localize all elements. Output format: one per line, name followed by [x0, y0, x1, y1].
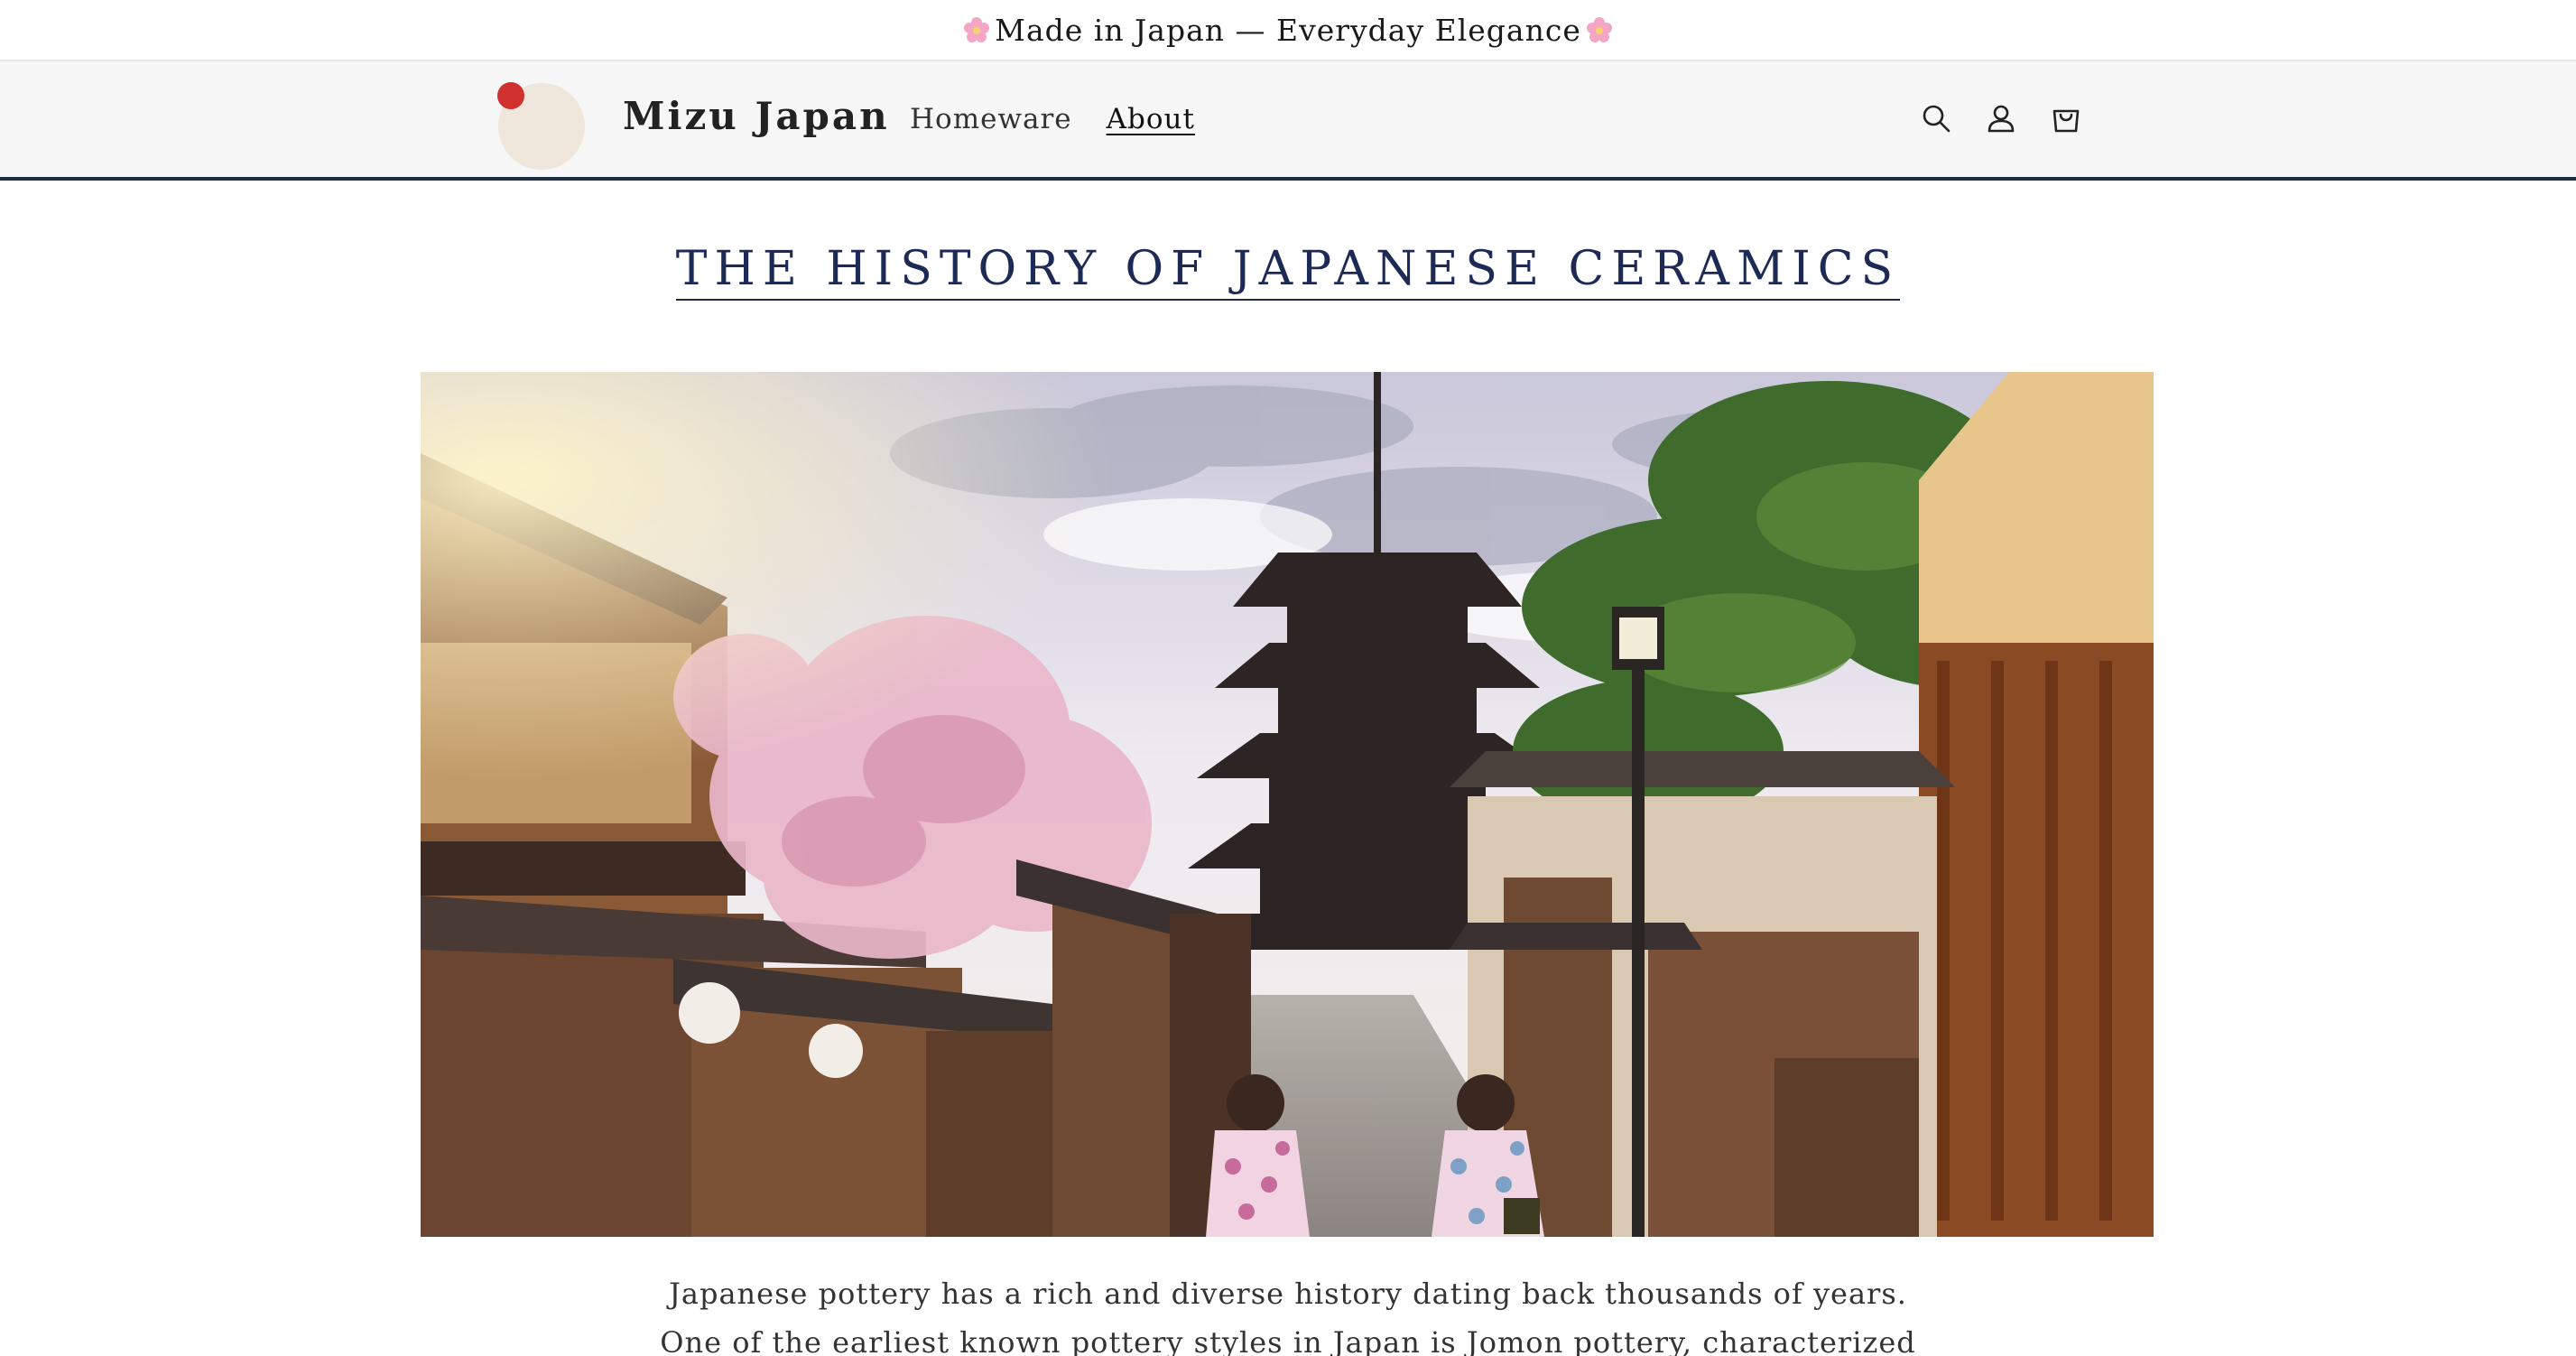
hero-image: [421, 372, 2154, 1237]
search-icon[interactable]: [1919, 101, 1953, 135]
brand-name[interactable]: Mizu Japan: [623, 94, 890, 138]
site-header: Mizu Japan Homeware About: [0, 61, 2576, 181]
article-body: Japanese pottery has a rich and diverse …: [0, 1269, 2576, 1356]
paragraph-line: One of the earliest known pottery styles…: [660, 1325, 1916, 1356]
cherry-blossom-icon: [962, 15, 991, 44]
title-section: THE HISTORY OF JAPANESE CERAMICS: [0, 243, 2576, 302]
account-icon[interactable]: [1984, 101, 2018, 135]
cart-icon[interactable]: [2049, 101, 2083, 135]
logo-icon[interactable]: [493, 78, 587, 172]
cherry-blossom-icon: [1585, 15, 1614, 44]
announcement-text: Made in Japan — Everyday Elegance: [995, 12, 1581, 48]
nav-item-about[interactable]: About: [1107, 103, 1195, 135]
main-nav: Homeware About: [910, 103, 1195, 135]
paragraph-line: Japanese pottery has a rich and diverse …: [669, 1277, 1907, 1311]
page-title: THE HISTORY OF JAPANESE CERAMICS: [675, 243, 1901, 302]
announcement-content: Made in Japan — Everyday Elegance: [962, 13, 1614, 48]
header-actions: [1919, 101, 2083, 135]
nav-item-homeware[interactable]: Homeware: [910, 103, 1072, 135]
page: Made in Japan — Everyday Elegance Mizu J…: [0, 0, 2576, 1356]
announcement-bar: Made in Japan — Everyday Elegance: [0, 0, 2576, 61]
